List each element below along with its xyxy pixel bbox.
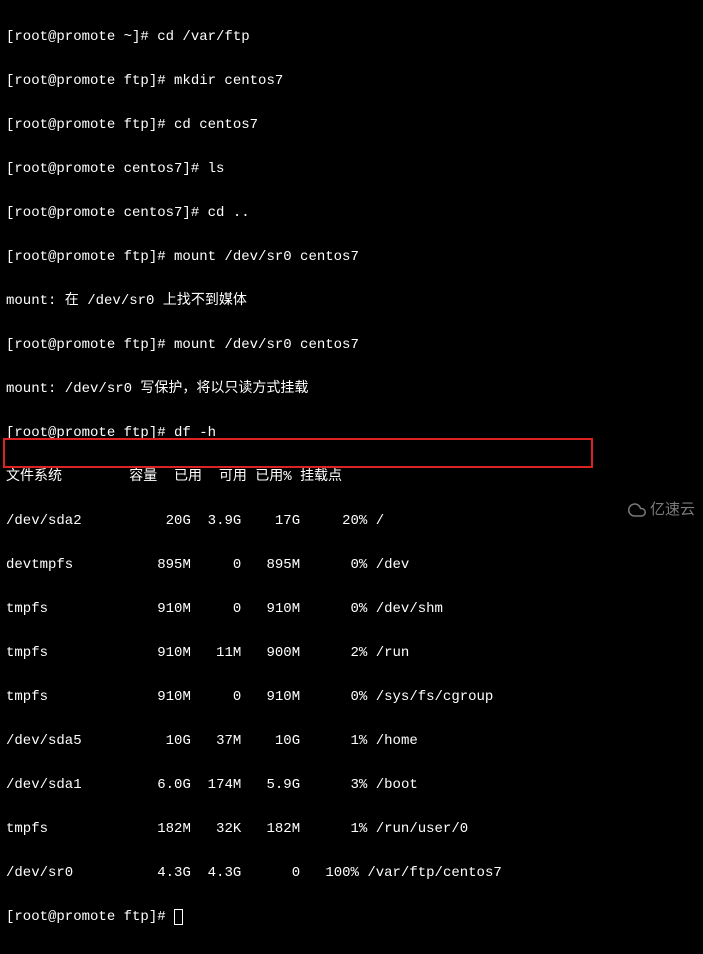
- cmd-line: [root@promote ftp]# df -h: [6, 422, 697, 444]
- cell-fs: /dev/sda2: [6, 513, 82, 529]
- cell-fs: /dev/sda1: [6, 777, 82, 793]
- cell-size: 6.0G: [157, 777, 191, 793]
- df-row-highlighted: /dev/sr0 4.3G 4.3G 0 100% /var/ftp/cento…: [6, 862, 697, 884]
- cell-pct: 0%: [334, 689, 368, 705]
- cell-used: 0: [208, 557, 242, 573]
- cell-size: 4.3G: [157, 865, 191, 881]
- mount-error: mount: 在 /dev/sr0 上找不到媒体: [6, 290, 697, 312]
- cell-mount: /: [376, 513, 384, 529]
- cell-fs: tmpfs: [6, 821, 48, 837]
- cell-used: 11M: [208, 645, 242, 661]
- cell-size: 182M: [157, 821, 191, 837]
- cell-used: 174M: [208, 777, 242, 793]
- cell-fs: devtmpfs: [6, 557, 73, 573]
- cursor-icon: [174, 909, 183, 925]
- cell-used: 32K: [208, 821, 242, 837]
- cell-avail: 900M: [266, 645, 300, 661]
- cell-used: 3.9G: [208, 513, 242, 529]
- mount-warning: mount: /dev/sr0 写保护，将以只读方式挂载: [6, 378, 697, 400]
- cell-mount: /dev: [376, 557, 410, 573]
- cell-size: 910M: [157, 689, 191, 705]
- cmd-line: [root@promote ftp]# mount /dev/sr0 cento…: [6, 334, 697, 356]
- cell-pct: 20%: [334, 513, 368, 529]
- cell-pct: 100%: [325, 865, 359, 881]
- cell-mount: /run: [376, 645, 410, 661]
- cell-mount: /boot: [376, 777, 418, 793]
- cell-used: 0: [208, 689, 242, 705]
- cell-used: 0: [208, 601, 242, 617]
- cloud-icon: [628, 501, 646, 519]
- prompt-line[interactable]: [root@promote ftp]#: [6, 906, 697, 928]
- cell-used: 37M: [208, 733, 242, 749]
- cell-mount: /run/user/0: [376, 821, 468, 837]
- df-row: /dev/sda1 6.0G 174M 5.9G 3% /boot: [6, 774, 697, 796]
- df-row: tmpfs 910M 11M 900M 2% /run: [6, 642, 697, 664]
- cell-size: 910M: [157, 645, 191, 661]
- df-header: 文件系统 容量 已用 可用 已用% 挂载点: [6, 466, 697, 488]
- cell-fs: tmpfs: [6, 645, 48, 661]
- cell-avail: 182M: [266, 821, 300, 837]
- cell-mount: /home: [376, 733, 418, 749]
- cmd-line: [root@promote centos7]# ls: [6, 158, 697, 180]
- cell-size: 10G: [157, 733, 191, 749]
- cmd-line: [root@promote ftp]# mkdir centos7: [6, 70, 697, 92]
- df-row: tmpfs 182M 32K 182M 1% /run/user/0: [6, 818, 697, 840]
- watermark-text: 亿速云: [650, 499, 695, 521]
- cell-avail: 17G: [267, 513, 301, 529]
- cell-used: 4.3G: [208, 865, 242, 881]
- col-filesystem: 文件系统: [6, 469, 62, 485]
- df-row: /dev/sda5 10G 37M 10G 1% /home: [6, 730, 697, 752]
- cell-size: 910M: [157, 601, 191, 617]
- cell-pct: 0%: [334, 601, 368, 617]
- cmd-line: [root@promote ftp]# mount /dev/sr0 cento…: [6, 246, 697, 268]
- cell-pct: 1%: [334, 821, 368, 837]
- cell-pct: 3%: [334, 777, 368, 793]
- cell-avail: 0: [266, 865, 300, 881]
- cell-pct: 1%: [334, 733, 368, 749]
- cell-mount: /dev/shm: [376, 601, 443, 617]
- cell-mount: /var/ftp/centos7: [367, 865, 501, 881]
- cell-pct: 0%: [334, 557, 368, 573]
- df-row: devtmpfs 895M 0 895M 0% /dev: [6, 554, 697, 576]
- col-usepct: 已用%: [255, 469, 291, 485]
- cell-avail: 910M: [266, 689, 300, 705]
- cmd-line: [root@promote ftp]# cd centos7: [6, 114, 697, 136]
- cell-avail: 895M: [266, 557, 300, 573]
- cell-fs: /dev/sr0: [6, 865, 73, 881]
- col-mount: 挂载点: [300, 469, 342, 485]
- cell-avail: 5.9G: [267, 777, 301, 793]
- df-row: tmpfs 910M 0 910M 0% /sys/fs/cgroup: [6, 686, 697, 708]
- col-used: 已用: [174, 469, 202, 485]
- cell-avail: 10G: [267, 733, 301, 749]
- cmd-line: [root@promote centos7]# cd ..: [6, 202, 697, 224]
- col-avail: 可用: [219, 469, 247, 485]
- terminal-output[interactable]: [root@promote ~]# cd /var/ftp [root@prom…: [0, 0, 703, 954]
- cell-fs: tmpfs: [6, 601, 48, 617]
- prompt-text: [root@promote ftp]#: [6, 909, 174, 925]
- watermark: 亿速云: [628, 499, 695, 521]
- cell-pct: 2%: [334, 645, 368, 661]
- cell-mount: /sys/fs/cgroup: [376, 689, 494, 705]
- cell-avail: 910M: [266, 601, 300, 617]
- cell-fs: tmpfs: [6, 689, 48, 705]
- df-row: tmpfs 910M 0 910M 0% /dev/shm: [6, 598, 697, 620]
- col-size: 容量: [129, 469, 157, 485]
- cell-size: 895M: [157, 557, 191, 573]
- cmd-line: [root@promote ~]# cd /var/ftp: [6, 26, 697, 48]
- cell-fs: /dev/sda5: [6, 733, 82, 749]
- cell-size: 20G: [157, 513, 191, 529]
